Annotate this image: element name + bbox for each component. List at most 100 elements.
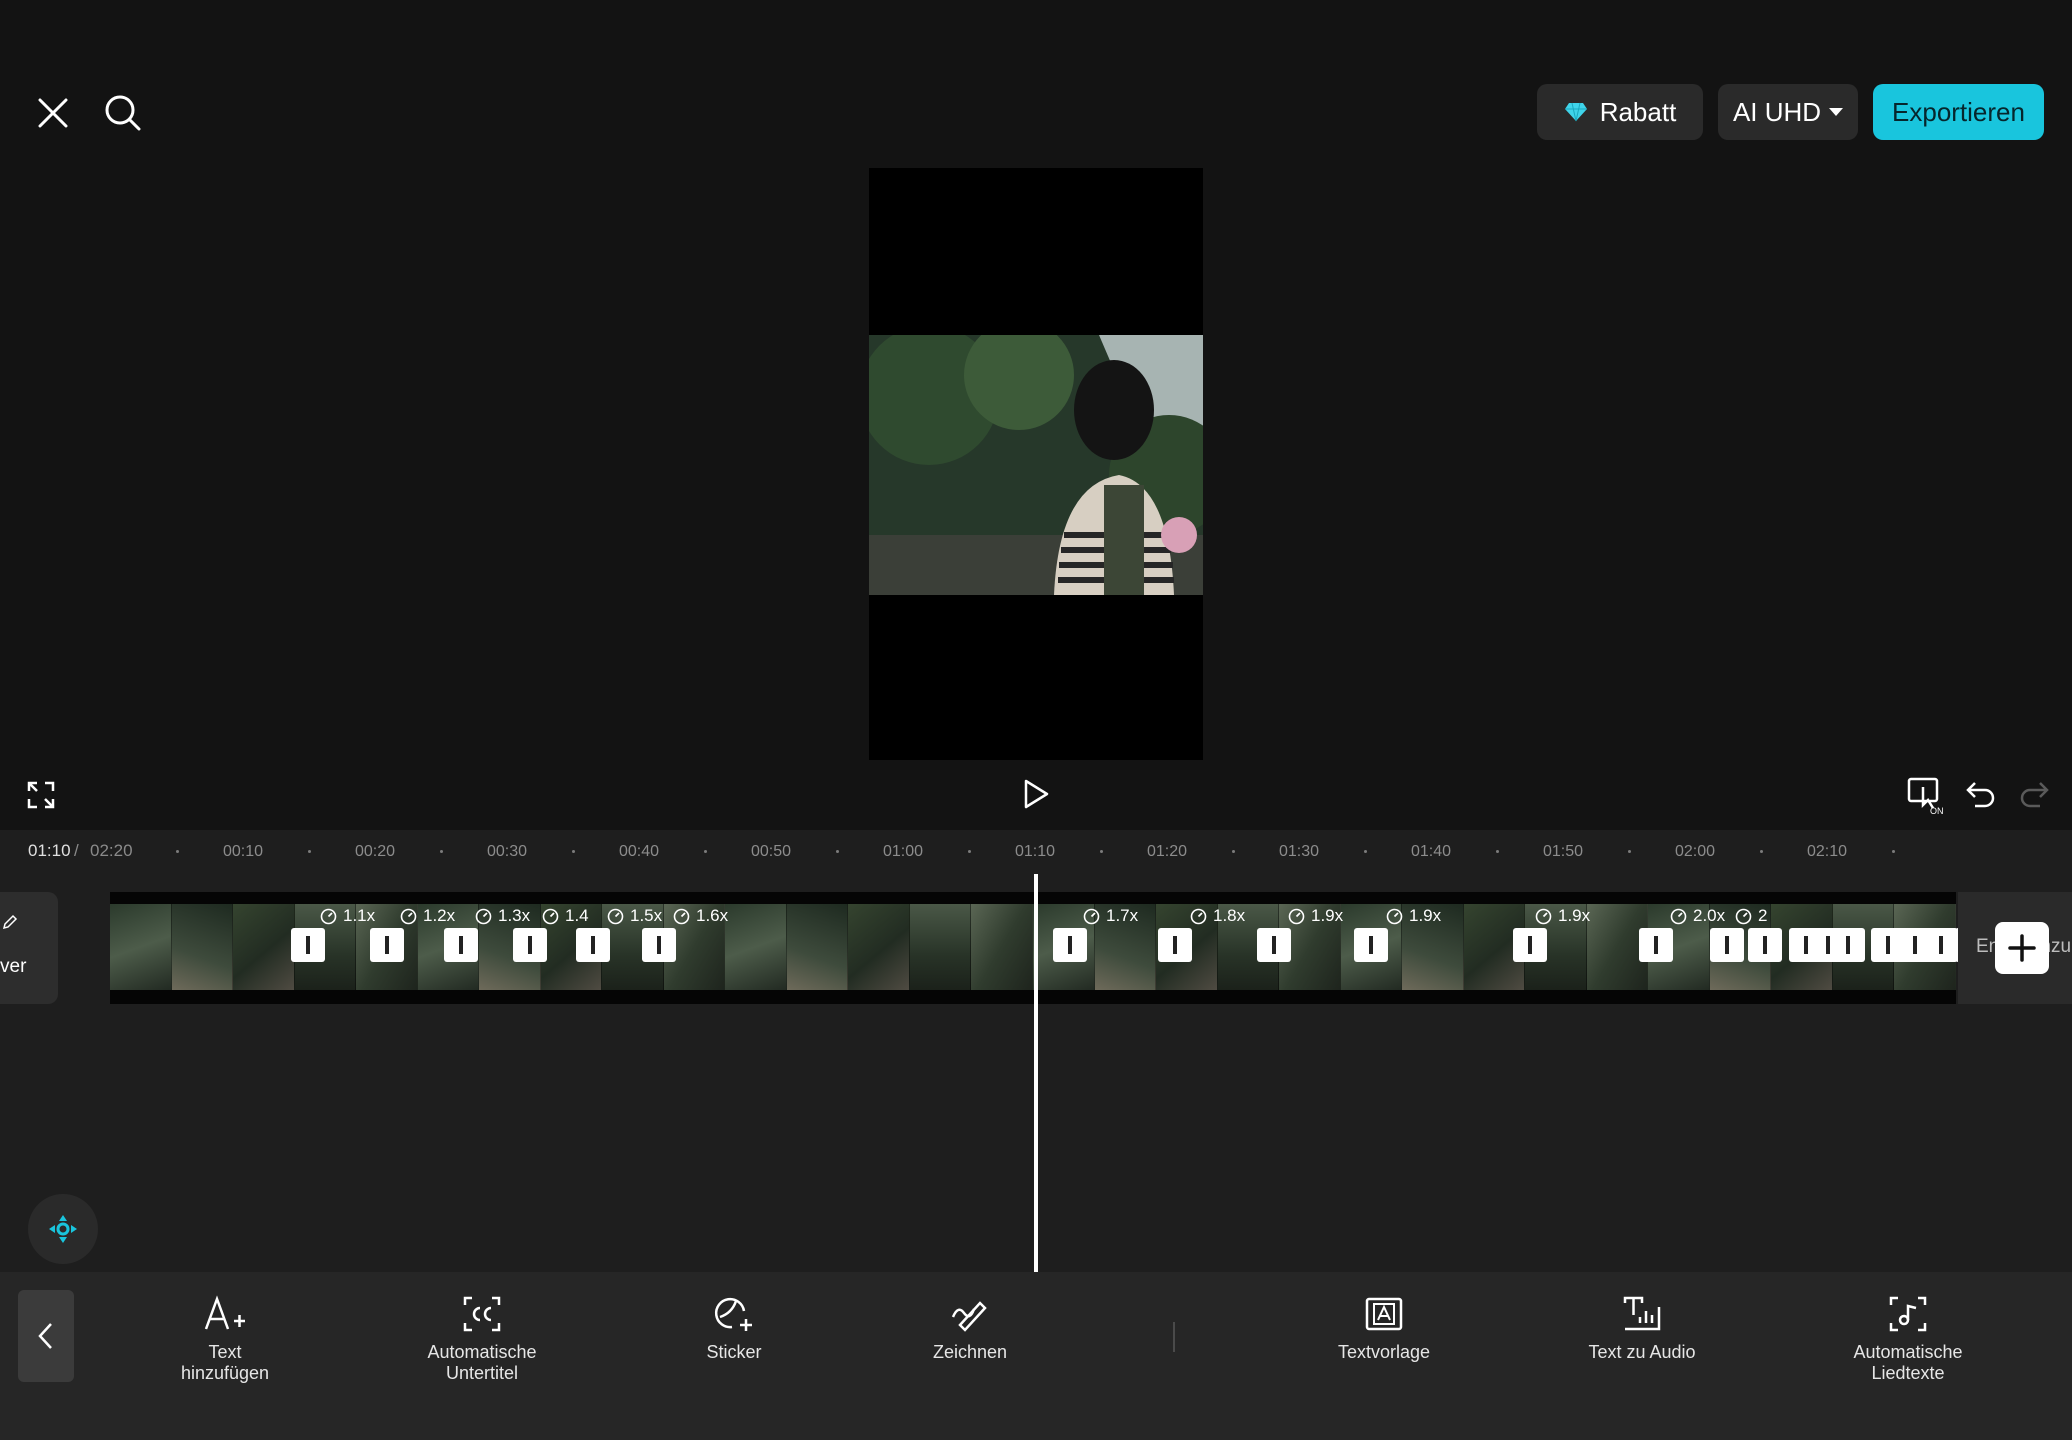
transition-marker[interactable]: [576, 928, 610, 962]
speed-value: 2: [1758, 906, 1768, 925]
speed-icon: [400, 908, 417, 925]
transition-marker[interactable]: [1639, 928, 1673, 962]
transition-marker[interactable]: [1158, 928, 1192, 962]
ruler-tick-label: 01:40: [1410, 843, 1452, 860]
playhead[interactable]: [1034, 874, 1038, 1274]
keyframe-button[interactable]: [28, 1194, 98, 1264]
speed-icon: [320, 908, 337, 925]
undo-button[interactable]: [1963, 776, 1999, 812]
ruler-tick-label: 01:50: [1542, 843, 1584, 860]
speed-label: 1.4: [542, 906, 589, 926]
transition-marker[interactable]: [370, 928, 404, 962]
transition-marker[interactable]: [1748, 928, 1782, 962]
transition-bar-icon: [1272, 936, 1276, 954]
speed-icon: [1288, 908, 1305, 925]
speed-value: 1.4: [565, 906, 589, 925]
clip-thumbnail: [233, 904, 295, 990]
transition-marker[interactable]: [1257, 928, 1291, 962]
tool-label: Textvorlage: [1337, 1342, 1431, 1362]
tool-draw[interactable]: Zeichnen: [875, 1294, 1065, 1363]
transition-marker[interactable]: [291, 928, 325, 962]
quality-dropdown[interactable]: AI UHD: [1718, 84, 1858, 140]
speed-value: 1.9x: [1558, 906, 1591, 925]
clip-thumbnail: [725, 904, 787, 990]
clip-thumbnail: [110, 904, 172, 990]
transition-bar-icon: [1725, 936, 1729, 954]
toolbar-divider: [1173, 1322, 1175, 1352]
transition-bar-icon: [1173, 936, 1177, 954]
transition-bar-icon: [1846, 936, 1850, 954]
transition-marker[interactable]: [1354, 928, 1388, 962]
search-icon: [105, 95, 141, 131]
transition-marker[interactable]: [642, 928, 676, 962]
transition-marker[interactable]: [1831, 928, 1865, 962]
total-time: 02:20: [90, 841, 133, 860]
transition-bar-icon: [591, 936, 595, 954]
tool-sticker[interactable]: Sticker: [639, 1294, 829, 1363]
speed-label: 1.6x: [673, 906, 728, 926]
add-clip-button[interactable]: [1995, 922, 2049, 974]
ruler-dot: [704, 850, 707, 853]
redo-icon: [2020, 782, 2049, 808]
transition-bar-icon: [1369, 936, 1373, 954]
tool-auto-lyrics[interactable]: Automatische Liedtexte: [1813, 1294, 2003, 1384]
transition-marker[interactable]: [444, 928, 478, 962]
video-track[interactable]: 1.1x 1.2x 1.3x 1.4 1.5x 1.6x 1.7x 1.8x 1.9x 1.9x 1…: [110, 892, 1989, 1004]
tool-text-to-audio[interactable]: Text zu Audio: [1547, 1294, 1737, 1363]
search-button[interactable]: [96, 86, 150, 140]
transition-bar-icon: [385, 936, 389, 954]
captions-icon: [460, 1294, 504, 1334]
ruler-tick-label: 00:30: [486, 843, 528, 860]
play-button[interactable]: [1018, 774, 1054, 814]
speed-label: 1.7x: [1083, 906, 1138, 926]
transition-marker[interactable]: [1513, 928, 1547, 962]
transition-marker[interactable]: [1710, 928, 1744, 962]
text-template-icon: [1362, 1294, 1406, 1334]
speed-icon: [1190, 908, 1207, 925]
gem-icon: [1564, 102, 1588, 122]
transition-marker[interactable]: [513, 928, 547, 962]
transition-bar-icon: [306, 936, 310, 954]
speed-icon: [542, 908, 559, 925]
video-preview-frame[interactable]: [869, 168, 1203, 760]
caret-down-icon: [1829, 108, 1844, 116]
lyrics-icon: [1886, 1294, 1930, 1334]
back-button[interactable]: [18, 1290, 74, 1382]
ruler-dot: [1100, 850, 1103, 853]
speed-icon: [1083, 908, 1100, 925]
tool-label: Zeichnen: [932, 1342, 1008, 1362]
speed-label: 2.0x: [1670, 906, 1725, 926]
transition-bar-icon: [1528, 936, 1532, 954]
ruler-dot: [1364, 850, 1367, 853]
transition-marker[interactable]: [1924, 928, 1958, 962]
close-icon: [38, 98, 68, 128]
close-button[interactable]: [28, 88, 78, 138]
transition-marker[interactable]: [1053, 928, 1087, 962]
ruler-dot: [176, 850, 179, 853]
cover-clip[interactable]: ver: [0, 892, 58, 1004]
redo-button[interactable]: [2016, 776, 2052, 812]
tool-label: Automatische Untertitel: [427, 1342, 537, 1383]
ruler-dot: [1628, 850, 1631, 853]
draw-icon: [948, 1294, 992, 1334]
sticker-icon: [712, 1294, 756, 1334]
ruler-tick-label: 01:30: [1278, 843, 1320, 860]
tool-text-add[interactable]: Text hinzufügen: [130, 1294, 320, 1384]
chevron-left-icon: [38, 1323, 52, 1349]
tool-label: Sticker: [706, 1342, 762, 1362]
rabatt-button[interactable]: Rabatt: [1537, 84, 1703, 140]
transition-bar-icon: [657, 936, 661, 954]
tool-auto-captions[interactable]: Automatische Untertitel: [387, 1294, 577, 1384]
export-button[interactable]: Exportieren: [1873, 84, 2044, 140]
preview-on-button[interactable]: ON: [1905, 774, 1947, 816]
video-frame-image: [869, 335, 1203, 595]
transition-bar-icon: [1886, 936, 1890, 954]
ruler-tick-label: 01:10: [1014, 843, 1056, 860]
fullscreen-button[interactable]: [24, 778, 58, 812]
tool-text-template[interactable]: Textvorlage: [1289, 1294, 1479, 1363]
transition-bar-icon: [1939, 936, 1943, 954]
playback-controls: ON: [0, 770, 2072, 820]
speed-label: 1.9x: [1386, 906, 1441, 926]
transition-bar-icon: [1763, 936, 1767, 954]
text-add-icon: [203, 1294, 247, 1334]
